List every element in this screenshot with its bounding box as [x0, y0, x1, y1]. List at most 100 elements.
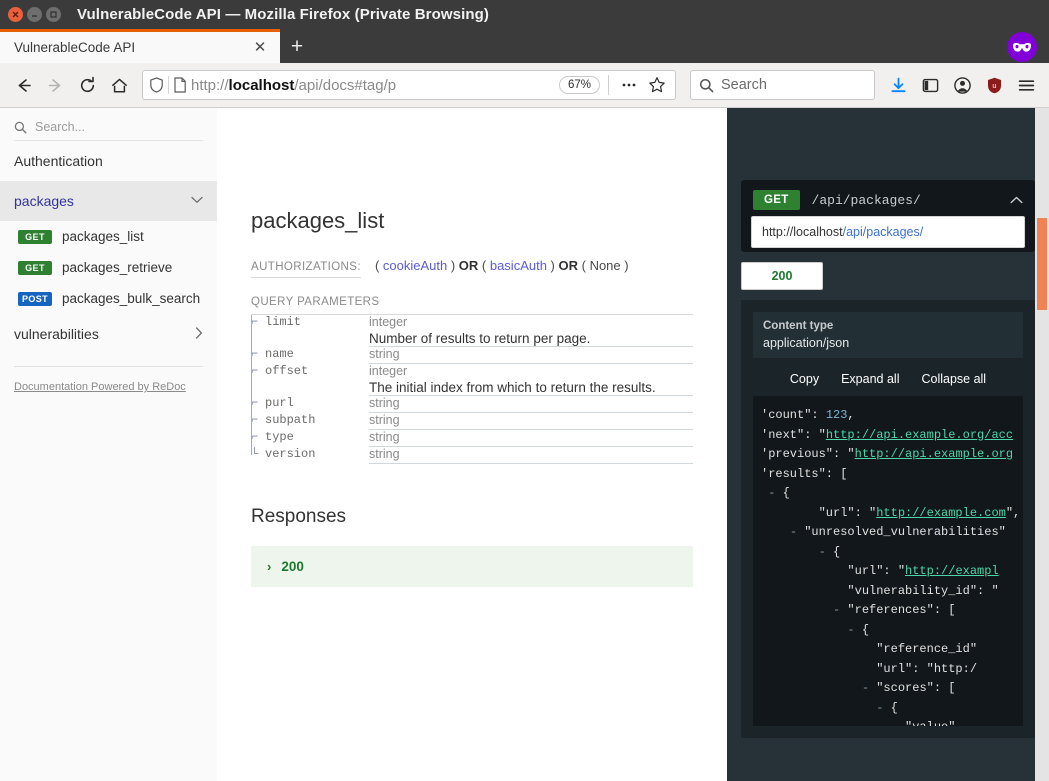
sidebar-item-authentication[interactable]: Authentication — [0, 141, 217, 181]
param-name-cell: ⌐ purl — [251, 395, 369, 413]
param-name-cell: ⌐ type — [251, 429, 369, 447]
tree-branch-icon: ⌐ — [251, 412, 259, 427]
param-body-cell: integer The initial index from which to … — [369, 363, 693, 396]
tree-line — [251, 412, 252, 430]
collapse-all-button[interactable]: Collapse all — [921, 372, 986, 386]
search-icon — [699, 78, 714, 93]
tree-branch-icon: ⌐ — [251, 395, 259, 410]
param-type: string — [369, 396, 400, 410]
param-type: string — [369, 447, 400, 461]
sidebar-operation-packages-retrieve[interactable]: GET packages_retrieve — [0, 252, 217, 283]
url-host: localhost — [228, 76, 295, 94]
authorizations-value: ( cookieAuth ) OR ( basicAuth ) OR ( Non… — [374, 258, 629, 273]
page-scrollbar-thumb[interactable] — [1037, 218, 1047, 310]
endpoint-url-suffix: /api/packages/ — [842, 225, 924, 239]
table-row: ⌐ limit integer Number of results to retu… — [251, 315, 693, 347]
window-minimize-button[interactable] — [27, 7, 42, 22]
hamburger-menu-icon[interactable] — [1011, 70, 1041, 100]
param-type: string — [369, 347, 400, 361]
tree-branch-icon: ⌐ — [251, 346, 259, 361]
sidebar-operation-packages-list[interactable]: GET packages_list — [0, 221, 217, 252]
param-type: integer — [369, 315, 408, 329]
responses-heading: Responses — [251, 506, 347, 527]
method-badge-get: GET — [753, 190, 800, 210]
star-icon[interactable] — [645, 70, 669, 100]
auth-scheme-basicauth[interactable]: basicAuth — [490, 258, 547, 273]
method-badge-get: GET — [18, 229, 52, 244]
page-title: packages_list — [251, 208, 385, 233]
redoc-credit-link[interactable]: Documentation Powered by ReDoc — [14, 381, 186, 393]
content-type-selector[interactable]: Content type application/json — [753, 312, 1023, 358]
page-scrollbar[interactable] — [1035, 108, 1049, 781]
endpoint-header[interactable]: GET /api/packages/ — [741, 180, 1035, 220]
sidebar-operation-label: packages_list — [62, 229, 144, 244]
url-bar-divider — [168, 76, 169, 94]
browser-toolbar: http://localhost/api/docs#tag/p 67% Sear… — [0, 63, 1049, 108]
sidebar-item-packages[interactable]: packages — [0, 181, 217, 221]
param-type: string — [369, 413, 400, 427]
download-arrow-icon[interactable] — [883, 70, 913, 100]
param-name: subpath — [265, 412, 316, 427]
reload-icon[interactable] — [72, 70, 102, 100]
response-status-tab-200[interactable]: 200 — [741, 262, 823, 290]
sidebar-item-vulnerabilities[interactable]: vulnerabilities — [0, 314, 217, 354]
svg-text:u: u — [992, 81, 996, 90]
sidebar-operation-label: packages_bulk_search — [62, 291, 201, 306]
chevron-right-icon — [195, 326, 203, 342]
param-name-cell: └ version — [251, 446, 369, 464]
home-icon[interactable] — [104, 70, 134, 100]
response-status-code: 200 — [281, 559, 304, 574]
chevron-up-icon[interactable] — [1010, 193, 1023, 207]
tab-close-icon[interactable]: ✕ — [250, 38, 270, 58]
sidebar-panel-icon[interactable] — [915, 70, 945, 100]
sidebar-operation-packages-bulk-search[interactable]: POST packages_bulk_search — [0, 283, 217, 314]
sidebar-operation-label: packages_retrieve — [62, 260, 173, 275]
copy-button[interactable]: Copy — [790, 372, 819, 386]
auth-or-2: OR — [558, 258, 579, 273]
window-maximize-button[interactable] — [46, 7, 61, 22]
param-name: limit — [265, 315, 302, 329]
toolbar-divider — [608, 75, 609, 95]
ellipsis-icon[interactable] — [617, 70, 641, 100]
zoom-level-indicator[interactable]: 67% — [558, 76, 600, 94]
sidebar-search[interactable]: Search... — [14, 120, 203, 141]
account-circle-icon[interactable] — [947, 70, 977, 100]
forward-arrow-icon[interactable] — [40, 70, 70, 100]
param-name-cell: ⌐ limit — [251, 315, 369, 347]
param-name-cell: ⌐ offset — [251, 363, 369, 396]
param-body-cell: string — [369, 346, 693, 364]
query-parameters-label: QUERY PARAMETERS — [251, 296, 693, 315]
url-prefix: http:// — [191, 76, 229, 94]
shield-icon[interactable] — [149, 77, 164, 93]
chevron-down-icon — [191, 196, 203, 207]
new-tab-button[interactable]: + — [280, 29, 314, 63]
sidebar-search-input[interactable]: Search... — [35, 120, 85, 134]
search-bar[interactable]: Search — [690, 70, 875, 100]
back-arrow-icon[interactable] — [8, 70, 38, 100]
sidebar-footer: Documentation Powered by ReDoc — [14, 366, 203, 395]
endpoint-url-prefix: http://localhost — [762, 225, 843, 239]
endpoint-url-box[interactable]: http://localhost/api/packages/ — [751, 216, 1025, 248]
search-input[interactable]: Search — [721, 77, 767, 93]
response-row-200[interactable]: › 200 — [251, 546, 693, 587]
window-title: VulnerableCode API — Mozilla Firefox (Pr… — [77, 6, 489, 23]
tree-line — [251, 429, 252, 447]
endpoint-card: GET /api/packages/ http://localhost/api/… — [741, 180, 1035, 252]
chevron-right-icon: › — [267, 559, 272, 574]
tree-line — [251, 315, 252, 347]
ublock-origin-shield-icon[interactable]: u — [979, 70, 1009, 100]
table-row: ⌐ type string — [251, 429, 693, 447]
window-close-button[interactable] — [8, 7, 23, 22]
expand-all-button[interactable]: Expand all — [841, 372, 899, 386]
tree-branch-icon: ⌐ — [251, 363, 259, 378]
tree-branch-icon: └ — [251, 446, 259, 461]
auth-scheme-cookieauth[interactable]: cookieAuth — [383, 258, 447, 273]
tab-vulnerablecode-api[interactable]: VulnerableCode API ✕ — [0, 29, 280, 63]
param-name-cell: ⌐ subpath — [251, 412, 369, 430]
url-bar[interactable]: http://localhost/api/docs#tag/p 67% — [142, 70, 676, 100]
sidebar-item-label: Authentication — [14, 153, 103, 169]
table-row: └ version string — [251, 446, 693, 464]
window-controls — [8, 7, 61, 22]
url-text[interactable]: http://localhost/api/docs#tag/p — [191, 77, 555, 94]
param-type: string — [369, 430, 400, 444]
